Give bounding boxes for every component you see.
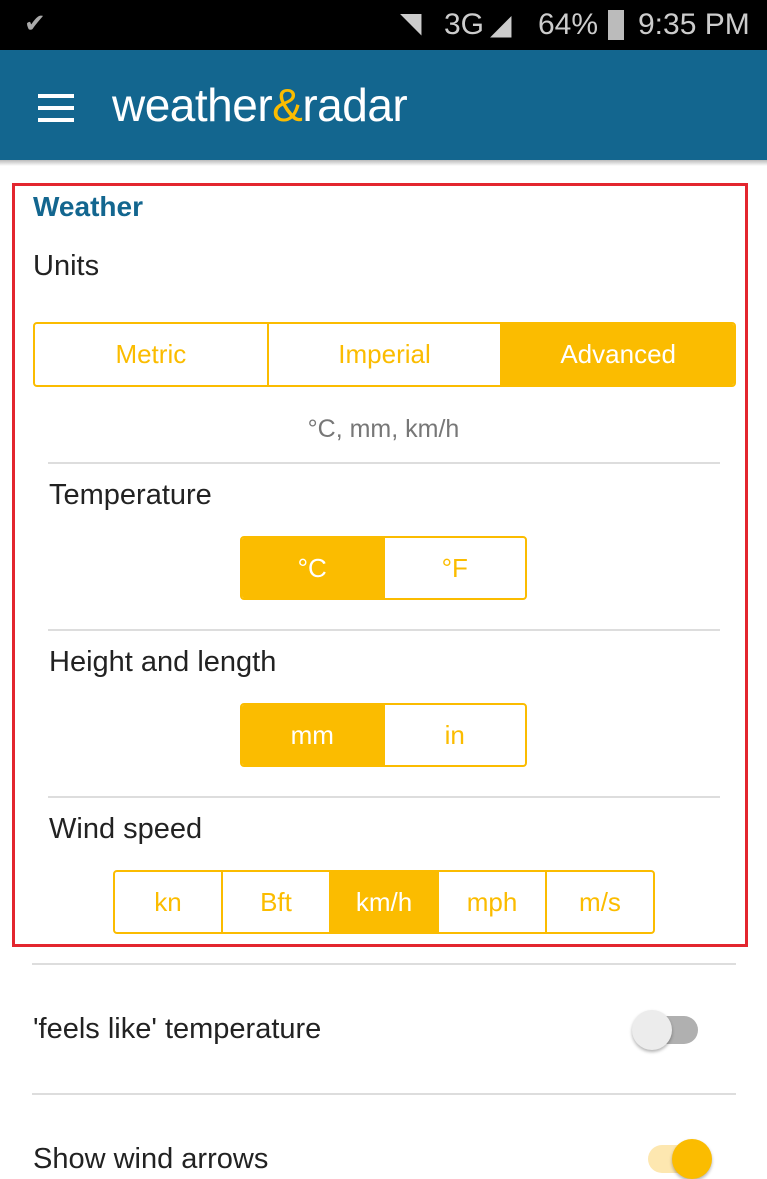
height-selector: mm in <box>240 703 527 767</box>
wifi-icon: ◥ <box>400 7 422 38</box>
temp-celsius[interactable]: °C <box>242 538 383 598</box>
height-label: Height and length <box>49 646 277 678</box>
height-in[interactable]: in <box>382 705 526 765</box>
units-summary: °C, mm, km/h <box>307 415 460 443</box>
divider <box>32 1093 736 1095</box>
wind-selector: kn Bft km/h mph m/s <box>113 870 655 934</box>
network-type: 3G <box>444 8 485 41</box>
units-label: Units <box>33 250 100 282</box>
notification-icon: ✔ <box>24 8 46 38</box>
units-advanced[interactable]: Advanced <box>500 324 734 385</box>
units-metric[interactable]: Metric <box>35 324 267 385</box>
wind-kmh[interactable]: km/h <box>329 872 437 932</box>
divider <box>48 796 720 798</box>
section-title: Weather <box>33 191 143 222</box>
wind-ms[interactable]: m/s <box>545 872 653 932</box>
temperature-label: Temperature <box>49 479 212 511</box>
units-imperial[interactable]: Imperial <box>266 324 501 385</box>
divider <box>32 963 736 965</box>
clock: 9:35 PM <box>638 8 750 41</box>
temperature-selector: °C °F <box>240 536 527 600</box>
divider <box>48 629 720 631</box>
wind-mph[interactable]: mph <box>437 872 545 932</box>
wind-bft[interactable]: Bft <box>221 872 329 932</box>
height-mm[interactable]: mm <box>242 705 383 765</box>
menu-icon[interactable] <box>38 94 74 130</box>
app-logo: weather&radar <box>112 79 408 131</box>
temp-fahrenheit[interactable]: °F <box>382 538 526 598</box>
units-selector: Metric Imperial Advanced <box>33 322 736 387</box>
signal-icon: ◢ <box>490 9 512 40</box>
battery-level: 64% <box>538 8 599 41</box>
feels-like-label: 'feels like' temperature <box>33 1013 322 1045</box>
wind-arrows-toggle[interactable] <box>648 1139 712 1179</box>
battery-icon <box>608 10 624 40</box>
divider <box>48 462 720 464</box>
wind-arrows-label: Show wind arrows <box>33 1143 269 1175</box>
status-bar: ✔ ◥ 3G ◢ 64% 9:35 PM <box>0 0 767 50</box>
wind-kn[interactable]: kn <box>115 872 221 932</box>
wind-label: Wind speed <box>49 813 203 845</box>
feels-like-toggle[interactable] <box>632 1010 698 1050</box>
